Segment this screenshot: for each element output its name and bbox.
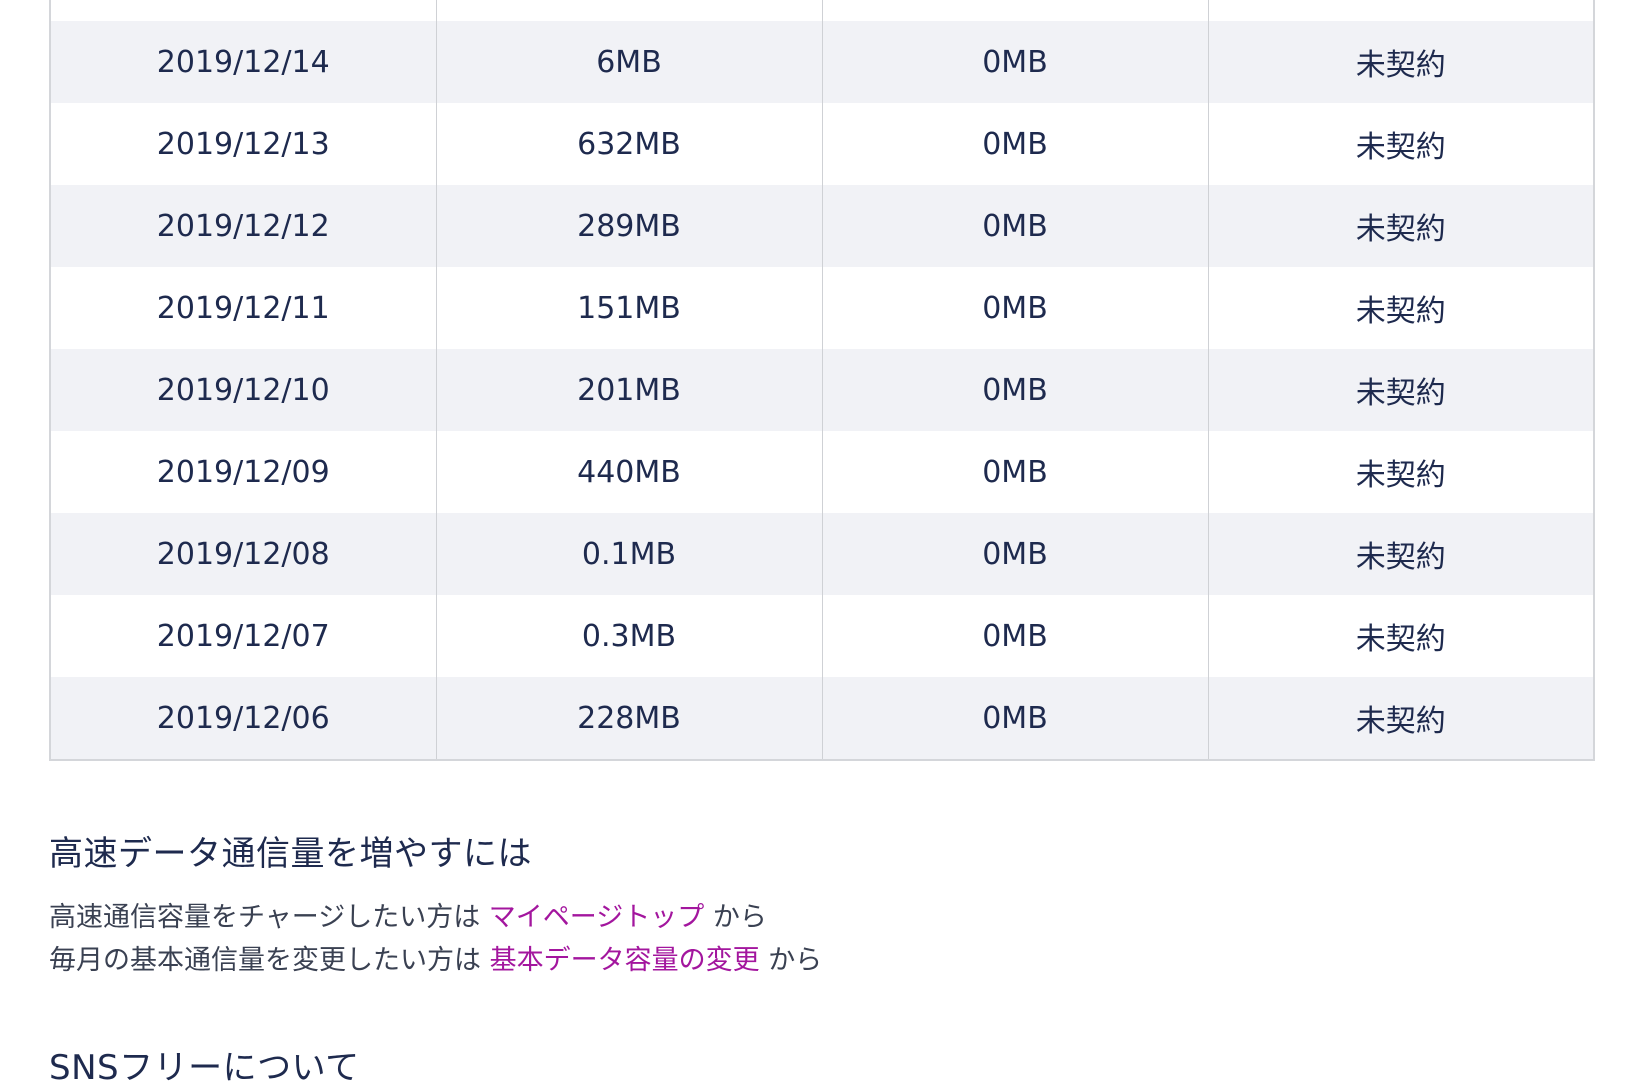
data-usage-table: 2019/12/14 6MB 0MB 未契約 2019/12/13 632MB … [49, 0, 1595, 761]
date-cell: 2019/12/08 [49, 513, 437, 595]
sns-free-heading: SNSフリーについて [49, 1048, 360, 1088]
contract-status-cell: 未契約 [1207, 513, 1595, 595]
table-row: 2019/12/07 0.3MB 0MB 未契約 [49, 595, 1595, 677]
table-row: 2019/12/13 632MB 0MB 未契約 [49, 103, 1595, 185]
sns-free-usage-cell: 0MB [821, 677, 1209, 760]
change-base-capacity-link[interactable]: 基本データ容量の変更 [490, 945, 760, 976]
date-cell: 2019/12/11 [49, 267, 437, 349]
date-cell: 2019/12/10 [49, 349, 437, 431]
table-row: 2019/12/11 151MB 0MB 未契約 [49, 267, 1595, 349]
date-cell: 2019/12/06 [49, 677, 437, 760]
change-plan-line-suffix: から [768, 945, 823, 976]
charge-line-text: 高速通信容量をチャージしたい方は [49, 902, 481, 933]
date-cell: 2019/12/14 [49, 21, 437, 103]
sns-free-usage-cell: 0MB [821, 103, 1209, 185]
mypage-top-link[interactable]: マイページトップ [489, 902, 704, 933]
high-speed-usage-cell: 289MB [435, 185, 823, 267]
contract-status-cell: 未契約 [1207, 431, 1595, 513]
high-speed-usage-cell: 151MB [435, 267, 823, 349]
sns-free-usage-cell: 0MB [821, 267, 1209, 349]
table-row: 2019/12/10 201MB 0MB 未契約 [49, 349, 1595, 431]
date-cell: 2019/12/13 [49, 103, 437, 185]
contract-status-cell: 未契約 [1207, 185, 1595, 267]
high-speed-usage-cell: 201MB [435, 349, 823, 431]
date-cell: 2019/12/12 [49, 185, 437, 267]
change-plan-line: 毎月の基本通信量を変更したい方は 基本データ容量の変更 から [49, 939, 822, 982]
table-row-partial [49, 0, 1595, 21]
table-row: 2019/12/09 440MB 0MB 未契約 [49, 431, 1595, 513]
increase-data-section: 高速データ通信量を増やすには [49, 826, 532, 875]
high-speed-usage-cell: 228MB [435, 677, 823, 760]
table-row: 2019/12/08 0.1MB 0MB 未契約 [49, 513, 1595, 595]
contract-status-cell: 未契約 [1207, 349, 1595, 431]
date-cell: 2019/12/09 [49, 431, 437, 513]
contract-status-cell: 未契約 [1207, 595, 1595, 677]
increase-data-heading: 高速データ通信量を増やすには [49, 834, 532, 874]
high-speed-usage-cell: 6MB [435, 21, 823, 103]
high-speed-usage-cell: 0.3MB [435, 595, 823, 677]
contract-status-cell: 未契約 [1207, 103, 1595, 185]
data-usage-table-container: 2019/12/14 6MB 0MB 未契約 2019/12/13 632MB … [49, 0, 1595, 761]
contract-status-cell: 未契約 [1207, 267, 1595, 349]
date-cell: 2019/12/07 [49, 595, 437, 677]
table-row: 2019/12/14 6MB 0MB 未契約 [49, 21, 1595, 103]
change-plan-line-text: 毎月の基本通信量を変更したい方は [49, 945, 481, 976]
sns-free-usage-cell: 0MB [821, 513, 1209, 595]
sns-free-usage-cell: 0MB [821, 185, 1209, 267]
charge-line-suffix: から [712, 902, 767, 933]
sns-free-usage-cell: 0MB [821, 349, 1209, 431]
sns-free-usage-cell: 0MB [821, 595, 1209, 677]
high-speed-usage-cell: 440MB [435, 431, 823, 513]
charge-line: 高速通信容量をチャージしたい方は マイページトップ から [49, 896, 822, 939]
high-speed-usage-cell: 0.1MB [435, 513, 823, 595]
table-row: 2019/12/06 228MB 0MB 未契約 [49, 677, 1595, 760]
contract-status-cell: 未契約 [1207, 21, 1595, 103]
sns-free-usage-cell: 0MB [821, 431, 1209, 513]
contract-status-cell: 未契約 [1207, 677, 1595, 760]
high-speed-usage-cell: 632MB [435, 103, 823, 185]
table-row: 2019/12/12 289MB 0MB 未契約 [49, 185, 1595, 267]
increase-data-body: 高速通信容量をチャージしたい方は マイページトップ から 毎月の基本通信量を変更… [49, 896, 822, 982]
sns-free-section: SNSフリーについて [49, 1040, 360, 1089]
sns-free-usage-cell: 0MB [821, 21, 1209, 103]
